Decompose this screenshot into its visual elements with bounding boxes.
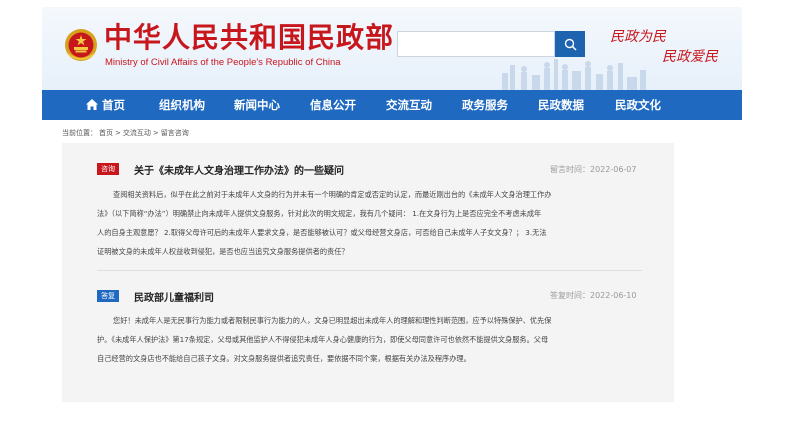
answer-badge: 答复 — [97, 290, 119, 302]
question-body-line: 法》（以下简称“办法”）明确禁止向未成年人提供文身服务，针对此次的明文规定，我有… — [97, 209, 542, 218]
breadcrumb-current: 留言咨询 — [160, 129, 189, 137]
answer-body-line: 您好！未成年人是无民事行为能力或者限制民事行为能力的人，文身已明显超出未成年人的… — [113, 316, 552, 325]
breadcrumb-link-interaction[interactable]: 交流互动 — [123, 129, 151, 137]
nav-item-data[interactable]: 民政数据 — [538, 90, 584, 120]
search-button[interactable] — [555, 31, 585, 57]
nav-item-label: 首页 — [102, 98, 125, 112]
question-badge: 咨询 — [97, 163, 119, 175]
site-title: 中华人民共和国民政部 — [104, 21, 395, 54]
nav-item-culture[interactable]: 民政文化 — [615, 90, 661, 120]
search-icon — [564, 38, 577, 51]
site-subtitle: Ministry of Civil Affairs of the People'… — [105, 57, 341, 68]
answer-body: 您好！未成年人是无民事行为能力或者限制民事行为能力的人，文身已明显超出未成年人的… — [97, 311, 645, 368]
answer-title: 民政部儿童福利司 — [134, 293, 214, 304]
question-time: 留言时间：2022-06-07 — [550, 165, 637, 174]
question-body-line: 人的自身主观意愿？ 2.取得父母许可后的未成年人要求文身，是否能够被认可？或父母… — [97, 228, 547, 237]
search-input[interactable] — [397, 31, 555, 57]
page: 中华人民共和国民政部 Ministry of Civil Affairs of … — [0, 0, 785, 425]
nav-item-info-disclosure[interactable]: 信息公开 — [310, 90, 356, 120]
question-body: 查阅相关资料后，似乎在此之前对于未成年人文身的行为并未有一个明确的肯定或否定的认… — [97, 185, 645, 261]
nav-item-home[interactable]: 首页 — [86, 90, 125, 120]
breadcrumb-separator: > — [115, 129, 121, 137]
main-nav: 首页 组织机构 新闻中心 信息公开 交流互动 政务服务 民政数据 民政文化 — [42, 90, 742, 120]
answer-body-line: 护。《未成年人保护法》第17条规定，父母或其他监护人不得侵犯未成年人身心健康的行… — [97, 335, 549, 344]
home-icon — [86, 98, 98, 110]
breadcrumb-link-home[interactable]: 首页 — [99, 129, 113, 137]
answer-time: 答复时间：2022-06-10 — [550, 291, 637, 300]
breadcrumb-prefix: 当前位置： — [62, 129, 97, 137]
national-emblem-icon — [65, 29, 97, 61]
question-title: 关于《未成年人文身治理工作办法》的一些疑问 — [134, 166, 344, 177]
nav-item-organization[interactable]: 组织机构 — [159, 90, 205, 120]
divider — [97, 270, 642, 271]
slogan-line-1: 民政为民 — [610, 29, 666, 45]
nav-item-interaction[interactable]: 交流互动 — [386, 90, 432, 120]
breadcrumb-separator: > — [152, 129, 159, 137]
breadcrumb: 当前位置： 首页 > 交流互动 > 留言咨询 — [62, 128, 191, 138]
site-header: 中华人民共和国民政部 Ministry of Civil Affairs of … — [42, 7, 742, 90]
nav-item-news[interactable]: 新闻中心 — [234, 90, 280, 120]
answer-body-line: 自己经营的文身店也不能给自己孩子文身。对文身服务提供者追究责任，要依据不同个案，… — [97, 354, 471, 363]
nav-item-services[interactable]: 政务服务 — [462, 90, 508, 120]
question-body-line: 查阅相关资料后，似乎在此之前对于未成年人文身的行为并未有一个明确的肯定或否定的认… — [113, 190, 552, 199]
question-body-line: 证明被文身的未成年人权益收到侵犯，是否也应当追究文身服务提供者的责任？ — [97, 247, 349, 256]
slogan-line-2: 民政爱民 — [662, 49, 718, 65]
skyline-decoration — [502, 59, 646, 90]
